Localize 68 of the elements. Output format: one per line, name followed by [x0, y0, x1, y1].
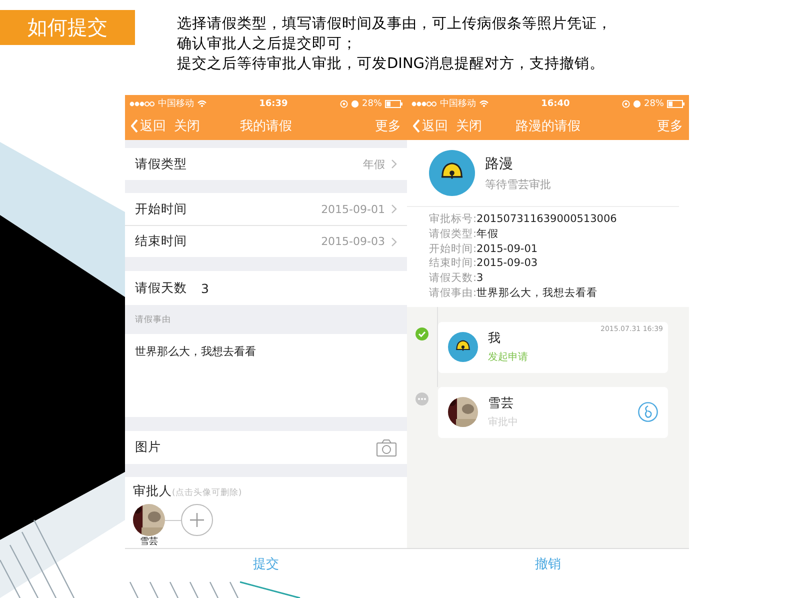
camera-icon [376, 438, 397, 456]
field-label: 图片 [135, 439, 161, 456]
person-name: 雪芸 [488, 395, 515, 412]
back-icon [131, 119, 138, 133]
applicant-name: 路漫 [485, 154, 514, 172]
more-link[interactable]: 更多 [657, 117, 683, 135]
field-value: 3 [201, 280, 209, 296]
back-link[interactable]: 返回 [140, 117, 166, 135]
close-link[interactable]: 关闭 [174, 117, 200, 135]
description-line: 选择请假类型，填写请假时间及事由，可上传病假条等照片凭证， [177, 15, 612, 34]
person-name: 我 [488, 330, 502, 348]
detail-label: 请假天数: [429, 271, 477, 286]
description-line: 确认审批人之后提交即可； [177, 34, 357, 54]
form-row[interactable]: 请假类型 年假 [125, 148, 407, 180]
detail-label: 开始时间: [429, 242, 477, 256]
reason-text: 世界那么大，我想去看看 [135, 345, 256, 358]
hint-text: (点击头像可删除) [172, 487, 242, 499]
step-status: 发起申请 [488, 350, 528, 364]
detail-value: 年假 [476, 226, 499, 242]
battery-percent: 28% [362, 98, 382, 108]
reason-textarea[interactable]: 世界那么大，我想去看看 [125, 334, 407, 417]
screen-title: 路漫的请假 [516, 118, 580, 135]
field-value: 2015-09-01 [321, 202, 385, 216]
detail-value: 3 [476, 271, 484, 286]
status-time: 16:40 [541, 98, 570, 108]
detail-value: 2015-09-01 [476, 242, 538, 256]
carrier-name: 中国移动 [158, 98, 194, 110]
field-value: 2015-09-03 [321, 235, 385, 248]
field-label: 开始时间 [135, 200, 187, 218]
field-label: 结束时间 [135, 233, 187, 250]
detail-label: 结束时间: [429, 256, 477, 272]
section-label: 请假事由 [135, 314, 171, 326]
approval-status: 等待雪芸审批 [485, 176, 551, 192]
screen-title: 我的请假 [240, 118, 292, 135]
chevron-icon [391, 159, 397, 169]
carrier-name: 中国移动 [440, 98, 476, 110]
back-link[interactable]: 返回 [422, 117, 448, 135]
wifi-icon [479, 100, 489, 107]
detail-value: 2015-09-03 [476, 256, 538, 272]
field-label: 请假类型 [135, 156, 187, 172]
bell-avatar-icon [429, 150, 475, 196]
detail-value: 世界那么大，我想去看看 [476, 286, 598, 301]
battery-icon [666, 100, 685, 108]
field-label: 请假天数 [135, 280, 187, 296]
detail-label: 请假事由: [429, 286, 477, 301]
slide-title: 如何提交 [0, 10, 135, 45]
signal-icon [411, 100, 437, 106]
add-approver-icon [181, 504, 213, 536]
approver-name: 雪芸 [140, 537, 158, 547]
battery-icon [384, 100, 403, 108]
detail-label: 审批标号: [429, 212, 477, 227]
close-link[interactable]: 关闭 [456, 117, 482, 135]
description-line: 提交之后等待审批人审批，可发DING消息提醒对方，支持撤销。 [177, 54, 605, 74]
detail-value: 201507311639000513006 [476, 212, 617, 227]
status-time: 16:39 [259, 98, 288, 108]
field-value: 年假 [363, 156, 385, 172]
chevron-icon [391, 236, 397, 246]
back-icon [413, 119, 420, 133]
more-link[interactable]: 更多 [375, 117, 401, 135]
signal-icon [129, 100, 155, 106]
ding-icon[interactable] [638, 402, 658, 422]
bell-avatar-icon [448, 332, 478, 362]
battery-percent: 28% [644, 98, 664, 108]
detail-label: 请假类型: [429, 226, 477, 242]
wifi-icon [197, 100, 207, 107]
field-label: 审批人 [133, 483, 172, 500]
chevron-icon [391, 204, 397, 214]
form-row[interactable]: 开始时间 2015-09-01 [125, 193, 407, 225]
